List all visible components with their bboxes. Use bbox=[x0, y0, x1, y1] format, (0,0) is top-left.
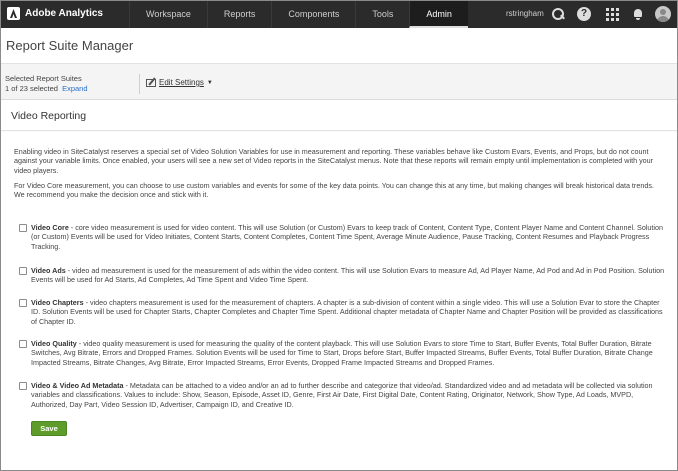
main-nav: Workspace Reports Components Tools Admin bbox=[129, 1, 468, 28]
nav-reports[interactable]: Reports bbox=[206, 1, 272, 28]
nav-components[interactable]: Components bbox=[271, 1, 355, 28]
selected-report-suites-label: Selected Report Suites bbox=[5, 74, 82, 83]
option-video-core: Video Core - core video measurement is u… bbox=[19, 223, 667, 251]
nav-admin[interactable]: Admin bbox=[409, 1, 468, 28]
video-ads-checkbox[interactable] bbox=[19, 267, 27, 275]
edit-settings-label: Edit Settings bbox=[159, 78, 204, 87]
app-name: Adobe Analytics bbox=[25, 8, 103, 19]
section-title: Video Reporting bbox=[11, 110, 87, 122]
option-title: Video Chapters bbox=[31, 298, 84, 307]
search-icon[interactable] bbox=[551, 7, 565, 21]
video-metadata-checkbox[interactable] bbox=[19, 382, 27, 390]
option-description: - Metadata can be attached to a video an… bbox=[31, 381, 653, 409]
option-description: - video ad measurement is used for the m… bbox=[31, 266, 665, 285]
selection-count-text: 1 of 23 selected bbox=[5, 84, 58, 93]
option-video-chapters: Video Chapters - video chapters measurem… bbox=[19, 298, 667, 326]
nav-tools[interactable]: Tools bbox=[355, 1, 409, 28]
notifications-bell-icon[interactable] bbox=[631, 7, 645, 21]
edit-icon bbox=[146, 78, 156, 87]
option-title: Video & Video Ad Metadata bbox=[31, 381, 124, 390]
option-title: Video Ads bbox=[31, 266, 66, 275]
core-note-paragraph: For Video Core measurement, you can choo… bbox=[14, 181, 654, 200]
top-navigation-bar: Adobe Analytics Workspace Reports Compon… bbox=[1, 1, 677, 28]
page-title: Report Suite Manager bbox=[6, 38, 134, 53]
user-avatar[interactable] bbox=[655, 6, 671, 22]
option-video-ads: Video Ads - video ad measurement is used… bbox=[19, 266, 667, 285]
intro-paragraph: Enabling video in SiteCatalyst reserves … bbox=[14, 147, 654, 175]
app-window: Adobe Analytics Workspace Reports Compon… bbox=[0, 0, 678, 471]
video-reporting-section: Video Reporting Enabling video in SiteCa… bbox=[1, 101, 677, 470]
help-icon[interactable]: ? bbox=[577, 7, 591, 21]
chevron-down-icon: ▼ bbox=[206, 79, 213, 86]
option-video-metadata: Video & Video Ad Metadata - Metadata can… bbox=[19, 381, 667, 409]
video-quality-checkbox[interactable] bbox=[19, 340, 27, 348]
adobe-logo-icon bbox=[7, 7, 20, 20]
divider bbox=[139, 74, 140, 94]
username[interactable]: rstringham bbox=[506, 9, 544, 18]
report-suite-selector-bar: Selected Report Suites 1 of 23 selected … bbox=[1, 63, 677, 100]
video-chapters-checkbox[interactable] bbox=[19, 299, 27, 307]
save-button[interactable]: Save bbox=[31, 421, 67, 436]
nav-workspace[interactable]: Workspace bbox=[129, 1, 207, 28]
video-core-checkbox[interactable] bbox=[19, 224, 27, 232]
app-grid-icon[interactable] bbox=[605, 7, 619, 21]
expand-link[interactable]: Expand bbox=[62, 84, 87, 93]
option-description: - core video measurement is used for vid… bbox=[31, 223, 664, 251]
option-title: Video Core bbox=[31, 223, 69, 232]
option-description: - video chapters measurement is used for… bbox=[31, 298, 663, 326]
section-content: Enabling video in SiteCatalyst reserves … bbox=[1, 132, 677, 470]
selection-count: 1 of 23 selected Expand bbox=[5, 84, 88, 93]
option-description: - video quality measurement is used for … bbox=[31, 339, 653, 367]
brand[interactable]: Adobe Analytics bbox=[7, 7, 103, 20]
option-video-quality: Video Quality - video quality measuremen… bbox=[19, 339, 667, 367]
option-title: Video Quality bbox=[31, 339, 77, 348]
edit-settings-menu[interactable]: Edit Settings ▼ bbox=[146, 78, 213, 87]
section-header: Video Reporting bbox=[1, 101, 677, 131]
